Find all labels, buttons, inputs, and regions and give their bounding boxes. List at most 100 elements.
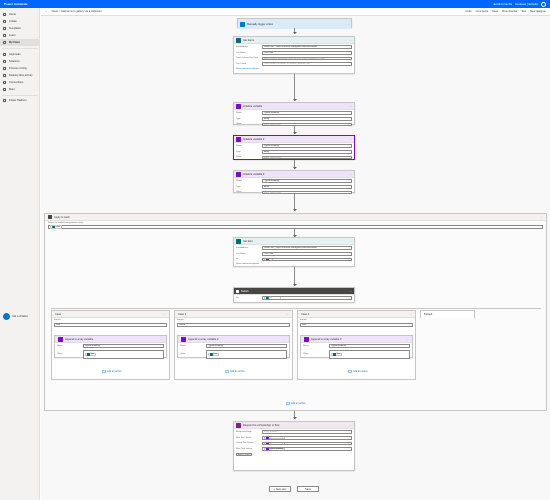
more-icon[interactable]: ··· bbox=[346, 23, 349, 26]
add-action-button[interactable]: Add an action bbox=[225, 370, 245, 373]
nav-desktop-flow[interactable]: Desktop flow activity bbox=[0, 72, 39, 79]
id-field[interactable]: ID bbox=[262, 257, 352, 262]
nav-connections[interactable]: Connections bbox=[0, 79, 39, 86]
nav-home[interactable]: Home bbox=[0, 11, 39, 18]
nav-my-flows[interactable]: My flows bbox=[0, 39, 39, 46]
new-designer-toggle[interactable]: New designer bbox=[530, 10, 546, 13]
append-value-field[interactable]: Text bbox=[329, 349, 410, 359]
add-action-button[interactable]: Add an action bbox=[102, 370, 122, 373]
variable-name-field[interactable]: TypedTextArray bbox=[206, 344, 287, 348]
output-value-field[interactable]: TypedTextArray bbox=[262, 447, 352, 452]
init-variable-card[interactable]: Initialize variable ··· Name TypedTextArr… bbox=[233, 102, 355, 127]
case-1-scope[interactable]: Case ··· Equals Red Append to array varia… bbox=[51, 310, 170, 380]
append-array-card[interactable]: Append to array variable 2 ··· Name TypedT… bbox=[177, 335, 290, 359]
default-case[interactable]: Default bbox=[420, 310, 475, 318]
more-icon[interactable]: ··· bbox=[349, 424, 352, 427]
switch-card[interactable]: Switch ··· On Type Value bbox=[233, 287, 355, 303]
variable-token[interactable]: TypedTextArray bbox=[264, 442, 286, 445]
variable-name-field[interactable]: TypedTextArray bbox=[83, 344, 164, 348]
add-output-button[interactable]: Add an output bbox=[236, 453, 253, 457]
variable-name-field[interactable]: TypedTextArray bbox=[262, 111, 352, 115]
env-name[interactable]: Contoso (default) bbox=[515, 2, 538, 6]
case-equals-field[interactable]: Blue bbox=[300, 323, 413, 327]
output-value-field[interactable]: TypedTextArray bbox=[262, 435, 352, 440]
get-items-card[interactable]: Get items ··· Site Address Demo site - ht… bbox=[233, 36, 355, 74]
append-array-card[interactable]: Append to array variable 3 ··· Name TypedT… bbox=[300, 335, 413, 359]
id-token[interactable]: ID bbox=[264, 258, 274, 261]
more-icon[interactable]: ··· bbox=[283, 338, 286, 341]
variable-type-field[interactable]: Array bbox=[262, 149, 352, 154]
case-2-scope[interactable]: Case 2 ··· Equals Green Append to array v… bbox=[174, 310, 293, 380]
case-equals-field[interactable]: Red bbox=[54, 323, 167, 327]
variable-value-field[interactable]: Enter initial value bbox=[262, 155, 352, 160]
variable-name-field[interactable]: TypedTextArray bbox=[262, 179, 352, 183]
save-button[interactable]: Save bbox=[297, 486, 319, 492]
more-icon[interactable]: ··· bbox=[349, 290, 352, 293]
new-step-button[interactable]: + New step bbox=[269, 486, 291, 492]
init-variable-2-card[interactable]: Initialize variable 2 ··· Name TypedTextA… bbox=[233, 135, 355, 160]
more-icon[interactable]: ··· bbox=[160, 338, 163, 341]
more-icon[interactable]: ··· bbox=[349, 138, 352, 141]
get-item-card[interactable]: Get item ··· Site Address Demo site - htt… bbox=[233, 237, 355, 267]
variable-name-field[interactable]: TypedTextArray bbox=[329, 344, 410, 348]
trigger-card[interactable]: Manually trigger a flow ··· bbox=[237, 18, 352, 29]
save-button-top[interactable]: Save bbox=[492, 10, 498, 13]
variable-value-field[interactable]: Enter initial value bbox=[262, 122, 352, 127]
more-icon[interactable]: ··· bbox=[349, 173, 352, 176]
add-action-button[interactable]: Add an action bbox=[286, 402, 306, 405]
variable-value-field[interactable]: Enter initial value bbox=[262, 190, 352, 195]
back-button[interactable]: ← bbox=[45, 10, 48, 13]
append-value-field[interactable]: Text bbox=[83, 349, 164, 359]
advanced-options-link[interactable]: Show advanced options bbox=[234, 262, 354, 266]
nav-more[interactable]: More bbox=[0, 86, 39, 93]
nav-learn[interactable]: Learn bbox=[0, 32, 39, 39]
switch-on-field[interactable]: Type Value bbox=[262, 296, 352, 300]
avatar[interactable] bbox=[541, 1, 546, 7]
init-variable-3-card[interactable]: Initialize variable 3 ··· Name TypedTextA… bbox=[233, 170, 355, 195]
variable-token[interactable]: TypedTextArray bbox=[264, 436, 286, 439]
site-address-field[interactable]: Demo site - https://contoso.sharepoint.c… bbox=[262, 45, 352, 49]
more-icon[interactable]: ··· bbox=[349, 240, 352, 243]
text-token[interactable]: Text bbox=[85, 353, 97, 356]
nav-solutions[interactable]: Solutions bbox=[0, 58, 39, 65]
case-3-scope[interactable]: Case 3 ··· Equals Blue Append to array va… bbox=[297, 310, 416, 380]
variable-type-field[interactable]: Array bbox=[262, 184, 352, 189]
respond-powerapp-card[interactable]: Respond to a PowerApp or flow ··· Respon… bbox=[233, 421, 355, 471]
more-icon[interactable]: ··· bbox=[349, 39, 352, 42]
type-value-token[interactable]: Type Value bbox=[264, 296, 282, 299]
variable-token[interactable]: TypedTextArray bbox=[264, 448, 286, 451]
variable-type-field[interactable]: Array bbox=[262, 116, 352, 121]
list-name-field[interactable]: Test Data bbox=[262, 50, 352, 55]
append-value-field[interactable]: Text bbox=[206, 349, 287, 359]
text-token[interactable]: Text bbox=[208, 353, 220, 356]
response-body-field[interactable]: Enter a value bbox=[262, 430, 352, 434]
more-icon[interactable]: ··· bbox=[406, 338, 409, 341]
chatbot-button[interactable]: Ask a chatbot bbox=[3, 313, 28, 320]
more-icon[interactable]: ··· bbox=[163, 313, 166, 316]
output-value-field[interactable]: TypedTextArray bbox=[262, 441, 352, 446]
more-icon[interactable]: ··· bbox=[286, 313, 289, 316]
advanced-options-link[interactable]: Show advanced options bbox=[234, 67, 354, 71]
comments-button[interactable]: Comments bbox=[476, 10, 489, 13]
limit-columns-field[interactable]: Avoid column threshold issues by only us… bbox=[262, 56, 352, 61]
text-token[interactable]: Text bbox=[331, 353, 343, 356]
nav-power-platform[interactable]: Power Platform bbox=[0, 97, 39, 104]
flow-checker-button[interactable]: Flow checker bbox=[502, 10, 517, 13]
test-button[interactable]: Test bbox=[521, 10, 526, 13]
more-icon[interactable]: ··· bbox=[349, 105, 352, 108]
undo-button[interactable]: Undo bbox=[465, 10, 471, 13]
variable-name-field[interactable]: TypedTextArray bbox=[262, 144, 352, 148]
site-address-field[interactable]: Demo site - https://contoso.sharepoint.c… bbox=[262, 246, 352, 250]
env-label[interactable]: Environments bbox=[494, 2, 512, 6]
nav-create[interactable]: Create bbox=[0, 18, 39, 25]
case-equals-field[interactable]: Green bbox=[177, 323, 290, 327]
list-name-field[interactable]: Test Data bbox=[262, 251, 352, 256]
more-icon[interactable]: ··· bbox=[409, 313, 412, 316]
nav-approvals[interactable]: Approvals bbox=[0, 51, 39, 58]
nav-templates[interactable]: Templates bbox=[0, 25, 39, 32]
append-array-card[interactable]: Append to array variable ··· Name TypedTex… bbox=[54, 335, 167, 359]
add-action-button[interactable]: Add an action bbox=[348, 370, 368, 373]
nav-process-mining[interactable]: Process mining bbox=[0, 65, 39, 72]
more-icon[interactable]: ··· bbox=[540, 216, 543, 219]
apply-source-field[interactable]: value bbox=[48, 225, 543, 229]
